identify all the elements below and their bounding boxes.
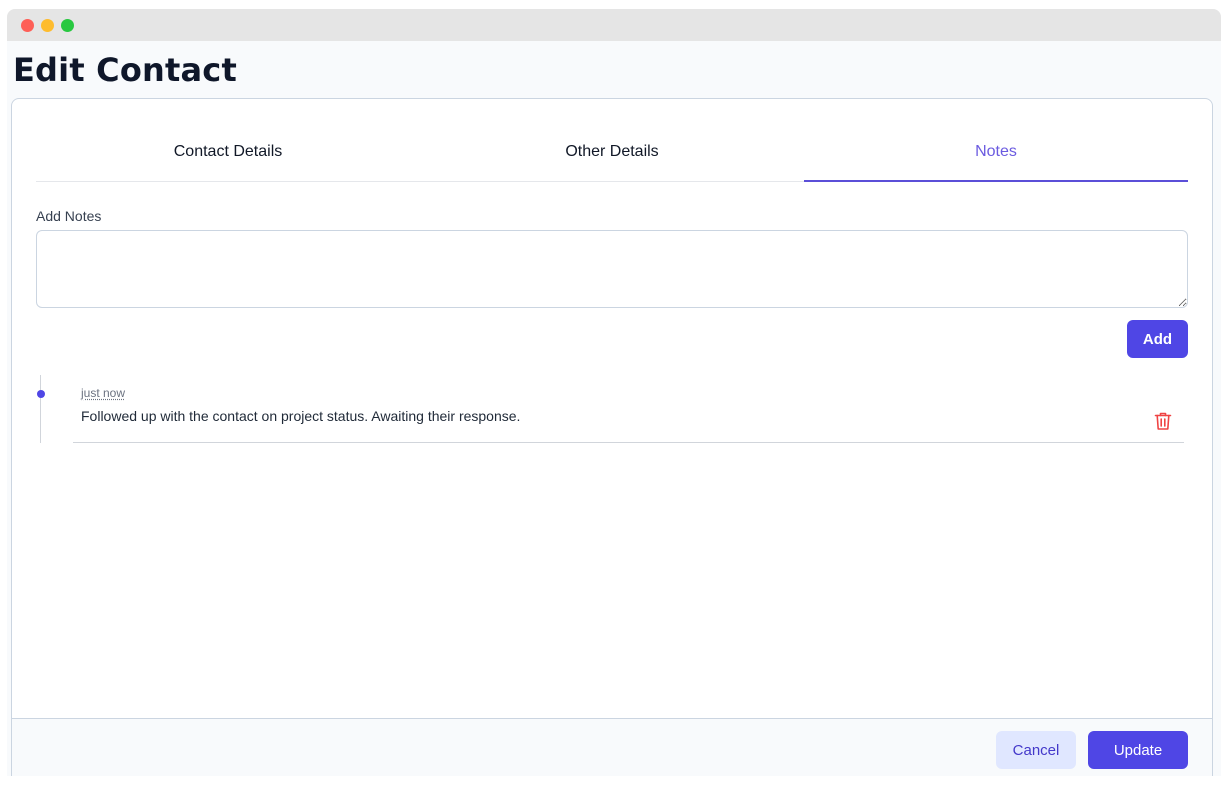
app-window: Edit Contact Contact Details Other Detai…	[7, 9, 1221, 776]
timeline-dot	[37, 390, 45, 398]
timeline-line	[40, 375, 41, 443]
tab-other-details[interactable]: Other Details	[420, 131, 804, 181]
edit-contact-card: Contact Details Other Details Notes Add …	[11, 98, 1213, 776]
page-title: Edit Contact	[13, 51, 237, 89]
maximize-window-button[interactable]	[61, 19, 74, 32]
tab-contact-details[interactable]: Contact Details	[36, 131, 420, 181]
window-titlebar	[7, 9, 1221, 41]
notes-textarea[interactable]	[36, 230, 1188, 308]
update-button[interactable]: Update	[1088, 731, 1188, 769]
minimize-window-button[interactable]	[41, 19, 54, 32]
note-item: just now Followed up with the contact on…	[73, 379, 1184, 443]
cancel-button[interactable]: Cancel	[996, 731, 1076, 769]
close-window-button[interactable]	[21, 19, 34, 32]
tab-notes[interactable]: Notes	[804, 131, 1188, 182]
form-footer: Cancel Update	[12, 718, 1212, 776]
note-timestamp: just now	[81, 386, 126, 400]
add-note-button[interactable]: Add	[1127, 320, 1188, 358]
delete-note-button[interactable]	[1152, 410, 1174, 432]
trash-icon	[1154, 412, 1172, 430]
note-text: Followed up with the contact on project …	[81, 408, 521, 424]
add-notes-label: Add Notes	[36, 208, 102, 224]
tab-bar: Contact Details Other Details Notes	[36, 131, 1188, 182]
